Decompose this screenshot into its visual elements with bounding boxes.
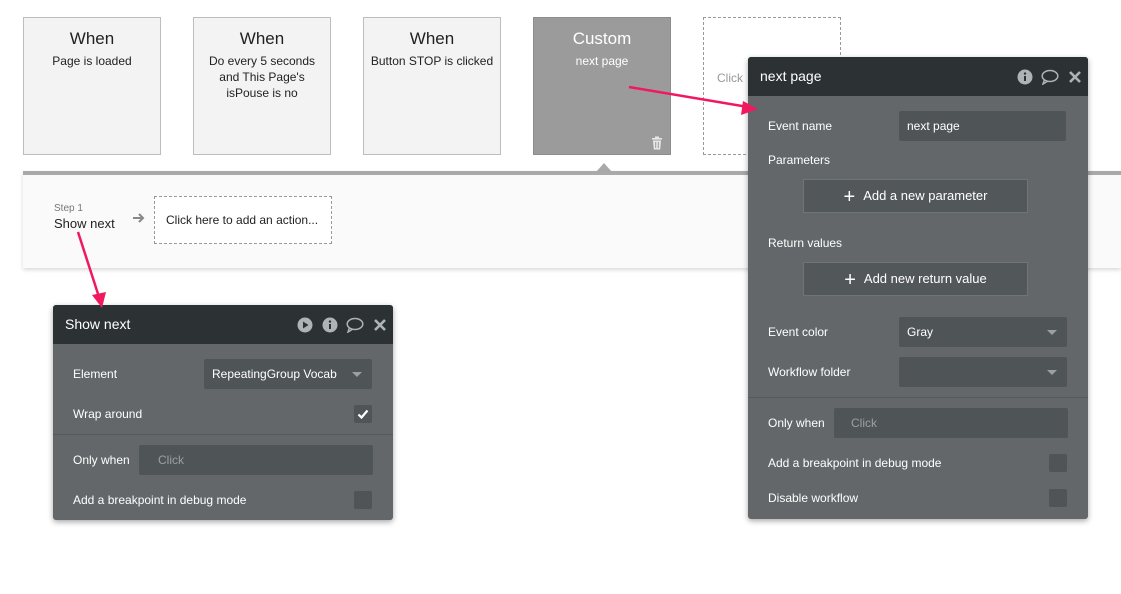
wrap-around-checkbox[interactable] — [354, 405, 372, 423]
add-parameter-button[interactable]: + Add a new parameter — [803, 179, 1028, 213]
event-card-do-every[interactable]: When Do every 5 seconds and This Page's … — [193, 17, 331, 155]
info-icon[interactable] — [1017, 69, 1033, 85]
element-dropdown[interactable]: RepeatingGroup Vocab — [204, 359, 372, 389]
add-return-value-button[interactable]: + Add new return value — [803, 262, 1028, 296]
event-color-label: Event color — [768, 325, 829, 339]
workflow-folder-dropdown[interactable] — [899, 357, 1067, 387]
only-when-label: Only when — [73, 453, 130, 467]
event-color-value: Gray — [907, 325, 934, 339]
disable-workflow-checkbox[interactable] — [1049, 489, 1067, 507]
comment-icon[interactable] — [346, 317, 364, 333]
comment-icon[interactable] — [1041, 69, 1059, 85]
event-card-page-loaded[interactable]: When Page is loaded — [23, 17, 161, 155]
event-card-custom-next-page[interactable]: Custom next page — [533, 17, 671, 155]
return-values-label: Return values — [768, 236, 843, 250]
close-icon[interactable] — [373, 317, 387, 333]
panel-title: next page — [760, 68, 822, 84]
event-description: Page is loaded — [52, 54, 132, 68]
event-type: When — [409, 29, 455, 48]
disable-workflow-label: Disable workflow — [768, 491, 859, 505]
divider — [748, 397, 1088, 398]
only-when-input[interactable]: Click — [834, 408, 1068, 438]
add-return-value-label: Add new return value — [863, 271, 987, 286]
event-type: Custom — [572, 29, 632, 48]
only-when-input[interactable]: Click — [139, 445, 373, 475]
arrow-right-icon — [133, 213, 145, 223]
trash-icon[interactable] — [650, 136, 664, 150]
workflow-folder-label: Workflow folder — [768, 365, 851, 379]
breakpoint-checkbox[interactable] — [354, 491, 372, 509]
event-color-dropdown[interactable]: Gray — [899, 317, 1067, 347]
event-panel-next-page: next page Event name next page Parameter… — [748, 57, 1088, 519]
element-value: RepeatingGroup Vocab — [212, 367, 337, 381]
info-icon[interactable] — [322, 317, 338, 333]
play-icon[interactable] — [297, 317, 313, 333]
event-name-input[interactable]: next page — [899, 111, 1066, 141]
event-name-label: Event name — [768, 119, 833, 133]
plus-icon: + — [843, 186, 856, 208]
only-when-label: Only when — [768, 416, 825, 430]
panel-header: Show next — [53, 305, 393, 344]
panel-title: Show next — [65, 316, 131, 332]
element-label: Element — [73, 367, 118, 381]
event-description: Button STOP is clicked — [370, 54, 494, 68]
plus-icon: + — [844, 269, 856, 291]
breakpoint-label: Add a breakpoint in debug mode — [73, 493, 247, 507]
panel-header: next page — [748, 57, 1088, 96]
add-action-button[interactable]: Click here to add an action... — [154, 196, 332, 244]
event-description: Do every 5 seconds and This Page's isPou… — [208, 54, 316, 100]
step-name[interactable]: Show next — [54, 216, 115, 231]
chevron-down-icon — [352, 372, 362, 377]
close-icon[interactable] — [1068, 69, 1082, 85]
step-number: Step 1 — [54, 203, 83, 214]
only-when-placeholder: Click — [851, 416, 877, 430]
breakpoint-checkbox[interactable] — [1049, 454, 1067, 472]
event-type: When — [69, 29, 115, 48]
chevron-down-icon — [1047, 370, 1057, 375]
breakpoint-label: Add a breakpoint in debug mode — [768, 456, 942, 470]
parameters-label: Parameters — [768, 153, 831, 167]
event-description: next page — [575, 54, 629, 68]
chevron-down-icon — [1047, 330, 1057, 335]
add-parameter-label: Add a new parameter — [863, 188, 988, 203]
only-when-placeholder: Click — [158, 453, 184, 467]
event-name-value: next page — [907, 119, 960, 133]
event-card-button-stop[interactable]: When Button STOP is clicked — [363, 17, 501, 155]
event-type: When — [239, 29, 285, 48]
action-panel-show-next: Show next Element RepeatingGroup Vocab W… — [53, 305, 393, 520]
wrap-around-label: Wrap around — [73, 407, 143, 421]
checkmark-icon — [357, 409, 369, 420]
divider — [53, 434, 393, 435]
